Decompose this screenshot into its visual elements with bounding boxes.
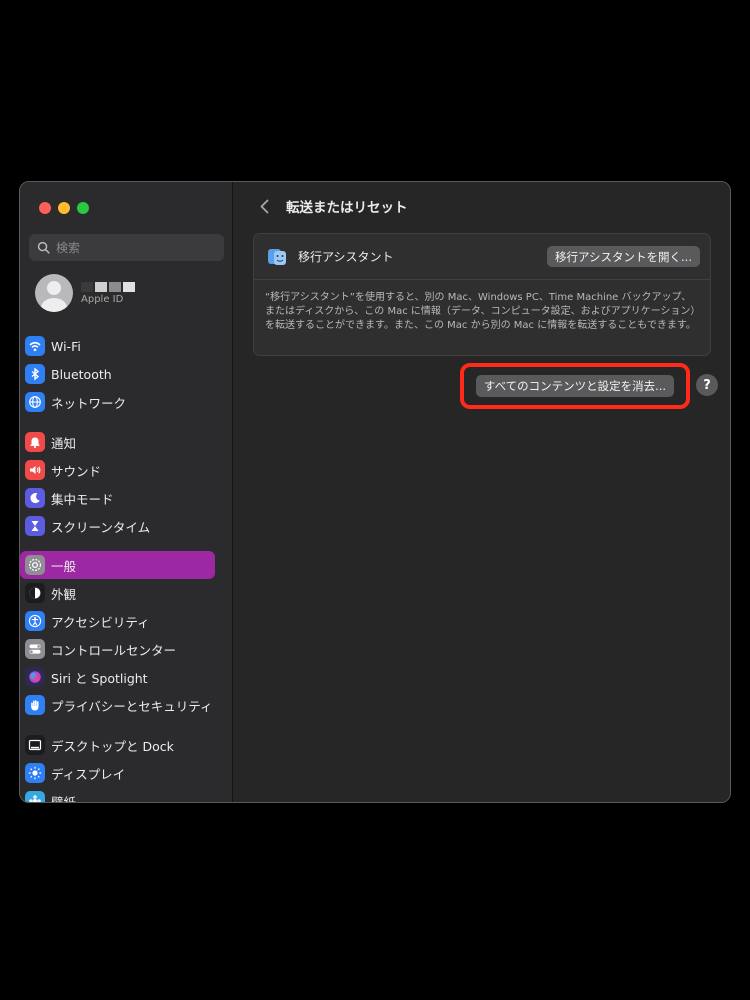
sidebar-item[interactable]: サウンド bbox=[20, 456, 215, 484]
chevron-left-icon bbox=[260, 199, 268, 213]
avatar bbox=[35, 274, 73, 312]
sidebar-item[interactable]: 外観 bbox=[20, 579, 215, 607]
migration-assistant-icon bbox=[268, 248, 286, 265]
search-icon bbox=[37, 241, 50, 254]
sidebar-item-label: スクリーンタイム bbox=[51, 519, 151, 535]
page-title: 転送またはリセット bbox=[286, 200, 408, 216]
gear-icon bbox=[25, 555, 45, 575]
migration-description: “移行アシスタント”を使用すると、別の Mac、Windows PC、Time … bbox=[265, 292, 701, 331]
sidebar-item-label: 通知 bbox=[51, 435, 77, 451]
sidebar-item-label: 一般 bbox=[51, 558, 77, 574]
open-migration-assistant-button[interactable]: 移行アシスタントを開く... bbox=[546, 246, 700, 267]
sidebar-item-label: 外観 bbox=[51, 586, 77, 602]
help-button[interactable]: ? bbox=[696, 374, 718, 396]
redacted-name bbox=[81, 281, 135, 292]
sidebar-item-label: ネットワーク bbox=[51, 395, 127, 411]
minimize-window-button[interactable] bbox=[58, 202, 70, 214]
sidebar: Apple ID Wi-Fi Bluetooth ネットワーク通知サウンド集中モード… bbox=[20, 182, 233, 802]
settings-window: Apple ID Wi-Fi Bluetooth ネットワーク通知サウンド集中モード… bbox=[19, 181, 731, 803]
speaker-icon bbox=[25, 460, 45, 480]
erase-highlight: すべてのコンテンツと設定を消去... bbox=[460, 363, 690, 409]
dock-icon bbox=[25, 735, 45, 755]
globe-icon bbox=[25, 392, 45, 412]
migration-row: 移行アシスタント 移行アシスタントを開く... bbox=[254, 234, 710, 280]
wallpaper-icon bbox=[25, 791, 45, 802]
sidebar-item[interactable]: Wi-Fi bbox=[20, 332, 215, 360]
bell-icon bbox=[25, 432, 45, 452]
sidebar-item-label: サウンド bbox=[51, 463, 102, 479]
accessibility-icon bbox=[25, 611, 45, 631]
sidebar-group: 通知サウンド集中モードスクリーンタイム bbox=[20, 428, 215, 540]
migration-card: 移行アシスタント 移行アシスタントを開く... “移行アシスタント”を使用すると… bbox=[253, 233, 711, 356]
sidebar-item[interactable]: 一般 bbox=[20, 551, 215, 579]
sidebar-group: デスクトップと Dock ディスプレイ壁紙 bbox=[20, 731, 215, 803]
sidebar-item[interactable]: アクセシビリティ bbox=[20, 607, 215, 635]
main-panel: 転送またはリセット 移行アシスタント 移行アシスタントを開く... “移行アシス… bbox=[234, 182, 730, 802]
apple-id-account[interactable]: Apple ID bbox=[35, 274, 135, 312]
search-field[interactable] bbox=[29, 234, 224, 261]
wifi-icon bbox=[25, 336, 45, 356]
sidebar-item[interactable]: ネットワーク bbox=[20, 388, 215, 416]
page-header: 転送またはリセット bbox=[256, 196, 408, 216]
sidebar-item-label: Siri と Spotlight bbox=[51, 670, 148, 686]
hand-icon bbox=[25, 695, 45, 715]
sidebar-item-label: プライバシーとセキュリティ bbox=[51, 698, 213, 714]
back-button[interactable] bbox=[256, 196, 272, 216]
sidebar-item-label: コントロールセンター bbox=[51, 642, 177, 658]
sidebar-item-label: Bluetooth bbox=[51, 366, 112, 382]
bluetooth-icon bbox=[25, 364, 45, 384]
sidebar-item-label: Wi-Fi bbox=[51, 338, 81, 354]
sun-icon bbox=[25, 763, 45, 783]
sidebar-item[interactable]: 壁紙 bbox=[20, 787, 215, 803]
sidebar-item-label: デスクトップと Dock bbox=[51, 738, 174, 754]
sidebar-item-label: 壁紙 bbox=[51, 794, 77, 803]
search-input[interactable] bbox=[56, 240, 216, 255]
sidebar-item-label: ディスプレイ bbox=[51, 766, 126, 782]
sidebar-group: Wi-Fi Bluetooth ネットワーク bbox=[20, 332, 215, 416]
siri-icon bbox=[25, 667, 45, 687]
erase-all-content-button[interactable]: すべてのコンテンツと設定を消去... bbox=[475, 375, 675, 397]
sidebar-item[interactable]: ディスプレイ bbox=[20, 759, 215, 787]
sidebar-item[interactable]: Siri と Spotlight bbox=[20, 663, 215, 691]
close-window-button[interactable] bbox=[39, 202, 51, 214]
moon-icon bbox=[25, 488, 45, 508]
toggles-icon bbox=[25, 639, 45, 659]
apple-id-label: Apple ID bbox=[81, 293, 124, 305]
sidebar-item-label: アクセシビリティ bbox=[51, 614, 150, 630]
sidebar-group: 一般外観アクセシビリティコントロールセンター Siri と Spotlight プラ… bbox=[20, 551, 215, 719]
hourglass-icon bbox=[25, 516, 45, 536]
sidebar-item[interactable]: コントロールセンター bbox=[20, 635, 215, 663]
zoom-window-button[interactable] bbox=[77, 202, 89, 214]
sidebar-item[interactable]: デスクトップと Dock bbox=[20, 731, 215, 759]
appearance-icon bbox=[25, 583, 45, 603]
sidebar-item[interactable]: スクリーンタイム bbox=[20, 512, 215, 540]
window-controls bbox=[39, 202, 89, 214]
sidebar-item[interactable]: プライバシーとセキュリティ bbox=[20, 691, 215, 719]
sidebar-item[interactable]: 通知 bbox=[20, 428, 215, 456]
sidebar-item-label: 集中モード bbox=[51, 491, 114, 507]
sidebar-item[interactable]: 集中モード bbox=[20, 484, 215, 512]
migration-label: 移行アシスタント bbox=[298, 250, 394, 264]
sidebar-item[interactable]: Bluetooth bbox=[20, 360, 215, 388]
